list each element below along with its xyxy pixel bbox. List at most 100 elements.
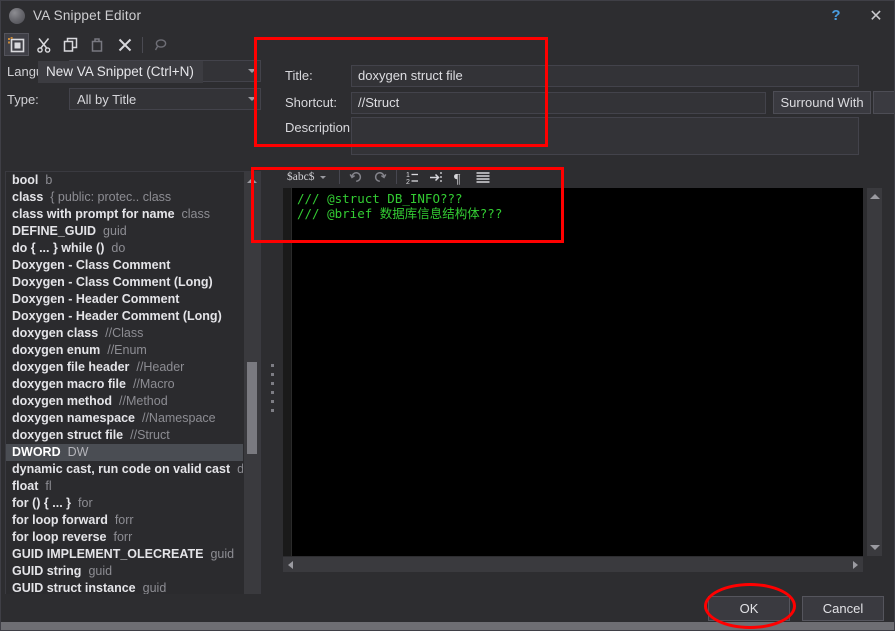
- list-item-name: doxygen enum: [12, 343, 101, 357]
- list-item-shortcut: //Macro: [132, 377, 175, 391]
- list-item[interactable]: class { public: protec.. class: [6, 189, 243, 206]
- code-gutter: [283, 188, 292, 556]
- ok-button[interactable]: OK: [708, 596, 790, 621]
- close-button[interactable]: ✕: [856, 1, 894, 30]
- list-item-shortcut: dyn: [237, 461, 243, 478]
- list-item-name: class: [12, 190, 44, 204]
- paste-button: [85, 33, 110, 56]
- scroll-down-icon[interactable]: [867, 539, 883, 556]
- copy-button[interactable]: [58, 33, 83, 56]
- list-item[interactable]: for loop forward forr: [6, 512, 243, 529]
- indent-button[interactable]: [425, 168, 448, 187]
- chevron-down-icon[interactable]: [243, 89, 260, 109]
- list-item[interactable]: for loop reverse forr: [6, 529, 243, 546]
- titlebar-buttons: ? ✕: [816, 1, 894, 30]
- delete-button[interactable]: [112, 33, 137, 56]
- list-item[interactable]: bool b: [6, 172, 243, 189]
- numbered-list-button[interactable]: 1 2: [402, 168, 425, 187]
- list-item-shortcut: //Namespace: [141, 411, 216, 425]
- list-item-name: doxygen file header: [12, 360, 130, 374]
- list-item[interactable]: doxygen namespace //Namespace: [6, 410, 243, 427]
- type-combo-value: All by Title: [77, 91, 137, 107]
- title-input[interactable]: doxygen struct file: [351, 64, 859, 87]
- list-item[interactable]: do { ... } while () do: [6, 240, 243, 257]
- list-item-name: for loop forward: [12, 513, 108, 527]
- list-item[interactable]: Doxygen - Header Comment: [6, 291, 243, 308]
- description-input[interactable]: [351, 117, 859, 155]
- surround-with-button[interactable]: Surround With: [773, 91, 871, 114]
- list-item[interactable]: doxygen file header //Header: [6, 359, 243, 376]
- list-item[interactable]: GUID IMPLEMENT_OLECREATE guid: [6, 546, 243, 563]
- type-combo[interactable]: All by Title: [69, 88, 261, 110]
- list-item-name: doxygen struct file: [12, 428, 124, 442]
- list-item[interactable]: Doxygen - Header Comment (Long): [6, 308, 243, 325]
- va-snippet-editor-window: VA Snippet Editor ? ✕ Type: All by Title…: [0, 0, 895, 631]
- list-item[interactable]: doxygen class //Class: [6, 325, 243, 342]
- list-item-shortcut: guid: [103, 224, 127, 238]
- description-label: Description:: [285, 120, 354, 135]
- code-text-area[interactable]: /// @struct DB_INFO???/// @brief 数据库信息结构…: [283, 188, 863, 556]
- list-item-shortcut: for: [78, 496, 93, 510]
- list-item[interactable]: class with prompt for name class: [6, 206, 243, 223]
- list-item[interactable]: DEFINE_GUID guid: [6, 223, 243, 240]
- undo-button[interactable]: [345, 168, 368, 187]
- list-item[interactable]: Doxygen - Class Comment (Long): [6, 274, 243, 291]
- scroll-left-icon[interactable]: [283, 557, 298, 572]
- list-item-name: float: [12, 479, 39, 493]
- splitter-grip: [271, 364, 275, 412]
- titlebar: VA Snippet Editor ? ✕: [1, 1, 894, 30]
- find-button[interactable]: [149, 33, 174, 56]
- cut-button[interactable]: [31, 33, 56, 56]
- chevron-down-icon[interactable]: [243, 61, 260, 81]
- type-label: Type:: [7, 91, 39, 107]
- list-item[interactable]: doxygen struct file //Struct: [6, 427, 243, 444]
- redo-button[interactable]: [368, 168, 391, 187]
- list-item[interactable]: doxygen method //Method: [6, 393, 243, 410]
- scroll-up-icon[interactable]: [867, 188, 883, 205]
- window-bottom-strip: [1, 622, 894, 630]
- surround-with-extra-button[interactable]: [872, 91, 894, 114]
- pane-splitter[interactable]: [269, 59, 277, 596]
- list-item-name: class with prompt for name: [12, 207, 175, 221]
- font-size-combo-value: $abc$: [287, 171, 315, 183]
- list-item-name: Doxygen - Header Comment: [12, 292, 180, 306]
- code-horizontal-scrollbar[interactable]: [283, 557, 863, 572]
- list-item-name: Doxygen - Class Comment (Long): [12, 275, 213, 289]
- list-item-name: for () { ... }: [12, 496, 72, 510]
- title-label: Title:: [285, 68, 313, 83]
- new-snippet-button[interactable]: [4, 33, 29, 56]
- list-item-shortcut: //Struct: [130, 428, 170, 442]
- help-button[interactable]: ?: [816, 1, 856, 30]
- title-row: Title: doxygen struct file: [277, 63, 894, 88]
- snippet-list[interactable]: bool b class{ public: protec.. class class …: [5, 171, 261, 630]
- paragraph-mark-button[interactable]: ¶: [448, 168, 471, 187]
- list-item-shortcut: //Method: [119, 394, 168, 408]
- list-item[interactable]: DWORD DW: [6, 444, 243, 461]
- list-item-name: doxygen namespace: [12, 411, 135, 425]
- list-item[interactable]: Doxygen - Class Comment: [6, 257, 243, 274]
- list-item[interactable]: GUID string guid: [6, 563, 243, 580]
- list-item[interactable]: dynamic cast, run code on valid cast dyn: [6, 461, 243, 478]
- list-item[interactable]: for () { ... } for: [6, 495, 243, 512]
- snippet-list-scrollbar[interactable]: [244, 172, 260, 630]
- font-size-combo[interactable]: $abc$: [283, 168, 329, 186]
- list-item-name: Doxygen - Class Comment: [12, 258, 171, 272]
- list-item[interactable]: doxygen macro file //Macro: [6, 376, 243, 393]
- app-icon: [9, 7, 25, 24]
- list-item-shortcut: do: [111, 241, 126, 255]
- list-item-name: DEFINE_GUID: [12, 224, 97, 238]
- code-vertical-scrollbar[interactable]: [867, 188, 882, 556]
- scroll-right-icon[interactable]: [848, 557, 863, 572]
- cancel-button[interactable]: Cancel: [802, 596, 884, 621]
- lines-button[interactable]: [471, 168, 494, 187]
- list-item[interactable]: doxygen enum //Enum: [6, 342, 243, 359]
- code-content: /// @struct DB_INFO???/// @brief 数据库信息结构…: [283, 191, 863, 221]
- scrollbar-thumb[interactable]: [247, 362, 257, 454]
- list-item[interactable]: float fl: [6, 478, 243, 495]
- editor-toolbar: [1, 31, 269, 58]
- scroll-up-icon[interactable]: [244, 172, 260, 189]
- list-item-name: doxygen macro file: [12, 377, 126, 391]
- list-item-name: GUID string: [12, 564, 82, 578]
- list-item-name: Doxygen - Header Comment (Long): [12, 309, 222, 323]
- shortcut-input[interactable]: //Struct: [351, 91, 767, 114]
